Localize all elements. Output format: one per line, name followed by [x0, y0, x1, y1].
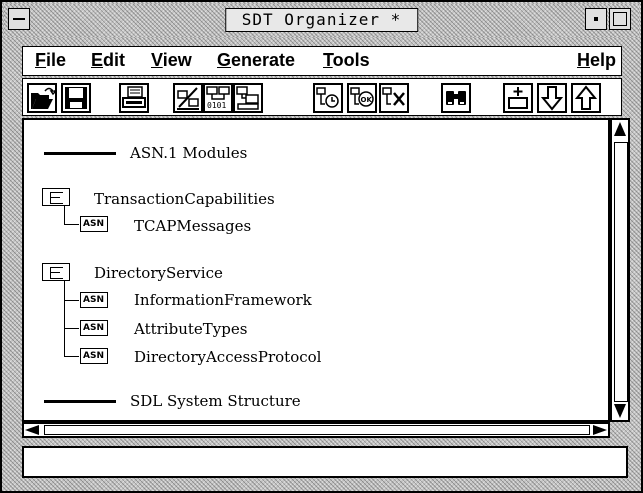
menu-bar: File Edit View Generate Tools Help — [22, 46, 622, 76]
open-button[interactable] — [27, 83, 57, 113]
tree-connector — [64, 300, 79, 329]
analyze-ok-icon: OK — [350, 87, 374, 107]
structure-button[interactable] — [233, 83, 263, 113]
move-up-button[interactable] — [571, 83, 601, 113]
window-title: SDT Organizer * — [224, 8, 419, 32]
menu-generate[interactable]: Generate — [217, 50, 295, 71]
menu-view[interactable]: View — [151, 50, 192, 71]
save-icon — [65, 87, 87, 109]
move-down-button[interactable] — [537, 83, 567, 113]
structure-icon — [236, 86, 259, 110]
generate-button[interactable]: 0101 — [203, 83, 233, 113]
asn-file-icon[interactable]: ASN — [80, 216, 108, 232]
status-bar — [22, 446, 628, 478]
item-directory-access-protocol[interactable]: DirectoryAccessProtocol — [134, 348, 321, 366]
add-icon — [508, 87, 528, 109]
item-information-framework[interactable]: InformationFramework — [134, 291, 312, 309]
menu-help[interactable]: Help — [577, 50, 616, 71]
print-button[interactable] — [119, 83, 149, 113]
scroll-up-arrow-icon[interactable] — [614, 122, 626, 136]
scroll-right-arrow-icon[interactable] — [593, 425, 607, 435]
scroll-down-arrow-icon[interactable] — [614, 404, 626, 418]
toolbar: 0101 OK — [22, 78, 622, 116]
scroll-left-arrow-icon[interactable] — [25, 425, 39, 435]
vertical-scrollbar[interactable] — [610, 118, 630, 422]
organizer-tree: ASN.1 Modules TransactionCapabilities AS… — [22, 118, 610, 422]
analyze-error-icon — [382, 87, 405, 106]
analyze-ok-button[interactable]: OK — [347, 83, 377, 113]
binoculars-icon — [446, 91, 466, 105]
module-group-icon[interactable] — [42, 188, 70, 206]
module-group-icon[interactable] — [42, 263, 70, 281]
section-divider-line — [44, 152, 116, 155]
tree-connector — [64, 281, 79, 301]
minimize-button[interactable] — [585, 8, 607, 30]
window-menu-icon — [13, 18, 25, 20]
add-button[interactable] — [503, 83, 533, 113]
save-button[interactable] — [61, 83, 91, 113]
menu-edit[interactable]: Edit — [91, 50, 125, 71]
minimize-icon — [594, 17, 598, 21]
edit-diagram-icon — [177, 87, 199, 110]
asn-file-icon[interactable]: ASN — [80, 320, 108, 336]
menu-file[interactable]: File — [35, 50, 66, 71]
tree-connector — [64, 328, 79, 357]
analyze-button[interactable] — [313, 83, 343, 113]
asn-file-icon[interactable]: ASN — [80, 292, 108, 308]
arrow-down-icon — [540, 86, 564, 111]
asn-modules-heading[interactable]: ASN.1 Modules — [130, 144, 247, 162]
item-tcap-messages[interactable]: TCAPMessages — [134, 217, 251, 235]
open-icon — [31, 87, 55, 109]
asn-file-icon[interactable]: ASN — [80, 348, 108, 364]
svg-text:0101: 0101 — [207, 101, 226, 110]
horizontal-scroll-thumb[interactable] — [44, 425, 590, 435]
section-divider-line — [44, 400, 116, 403]
group-transaction-capabilities[interactable]: TransactionCapabilities — [94, 190, 275, 208]
sdl-system-structure-heading[interactable]: SDL System Structure — [130, 392, 301, 410]
item-attribute-types[interactable]: AttributeTypes — [134, 320, 247, 338]
svg-text:OK: OK — [361, 96, 373, 104]
analyze-error-button[interactable] — [379, 83, 409, 113]
maximize-button[interactable] — [609, 8, 631, 30]
find-button[interactable] — [441, 83, 471, 113]
horizontal-scrollbar[interactable] — [22, 422, 610, 438]
group-directory-service[interactable]: DirectoryService — [94, 264, 223, 282]
menu-tools[interactable]: Tools — [323, 50, 370, 71]
arrow-up-icon — [574, 85, 598, 110]
window-menu-button[interactable] — [8, 8, 30, 30]
vertical-scroll-thumb[interactable] — [614, 142, 628, 402]
edit-diagram-button[interactable] — [173, 83, 203, 113]
tree-connector — [64, 206, 79, 225]
generate-icon: 0101 — [206, 86, 230, 110]
analyze-icon — [316, 87, 339, 108]
title-bar[interactable]: SDT Organizer * — [4, 4, 639, 37]
print-icon — [122, 86, 146, 108]
main-window: SDT Organizer * File Edit View Generate … — [0, 0, 643, 493]
maximize-icon — [613, 12, 627, 26]
